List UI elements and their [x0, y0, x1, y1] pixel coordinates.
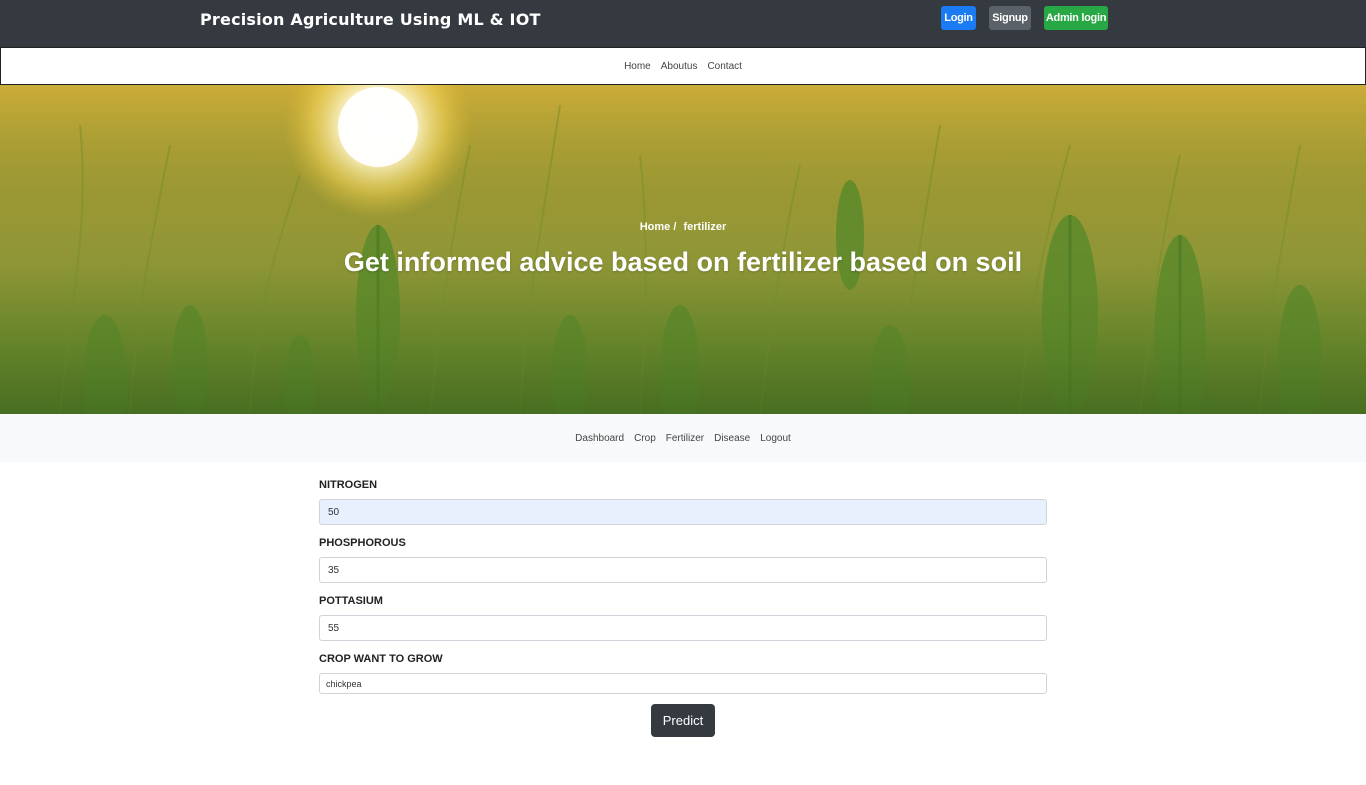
subnav-link-fertilizer[interactable]: Fertilizer — [661, 433, 709, 444]
subnav-link-dashboard[interactable]: Dashboard — [570, 433, 629, 444]
breadcrumb-home[interactable]: Home / — [640, 221, 677, 233]
nav-link-contact[interactable]: Contact — [702, 61, 746, 72]
nav-link-aboutus[interactable]: Aboutus — [656, 61, 703, 72]
login-button[interactable]: Login — [941, 6, 976, 30]
breadcrumb: Home / fertilizer — [0, 221, 1366, 233]
crop-label: CROP WANT TO GROW — [319, 653, 443, 665]
hero-banner: Home / fertilizer Get informed advice ba… — [0, 85, 1366, 414]
main-nav: Home Aboutus Contact — [0, 47, 1366, 85]
top-navbar: Precision Agriculture Using ML & IOT Log… — [0, 0, 1366, 47]
admin-login-button[interactable]: Admin login — [1044, 6, 1108, 30]
subnav-link-logout[interactable]: Logout — [755, 433, 796, 444]
crop-input[interactable] — [319, 673, 1047, 694]
subnav-link-disease[interactable]: Disease — [709, 433, 755, 444]
breadcrumb-current: fertilizer — [683, 221, 727, 233]
page-title: Get informed advice based on fertilizer … — [343, 247, 1023, 277]
pottasium-label: POTTASIUM — [319, 595, 383, 607]
signup-button[interactable]: Signup — [989, 6, 1031, 30]
dashboard-nav: Dashboard Crop Fertilizer Disease Logout — [0, 414, 1366, 462]
nitrogen-input[interactable] — [319, 499, 1047, 525]
nitrogen-label: NITROGEN — [319, 479, 378, 491]
phosphorous-input[interactable] — [319, 557, 1047, 583]
nav-link-home[interactable]: Home — [619, 61, 656, 72]
site-brand[interactable]: Precision Agriculture Using ML & IOT — [200, 10, 541, 29]
pottasium-input[interactable] — [319, 615, 1047, 641]
subnav-link-crop[interactable]: Crop — [629, 433, 661, 444]
phosphorous-label: PHOSPHOROUS — [319, 537, 406, 549]
predict-button[interactable]: Predict — [651, 704, 715, 737]
